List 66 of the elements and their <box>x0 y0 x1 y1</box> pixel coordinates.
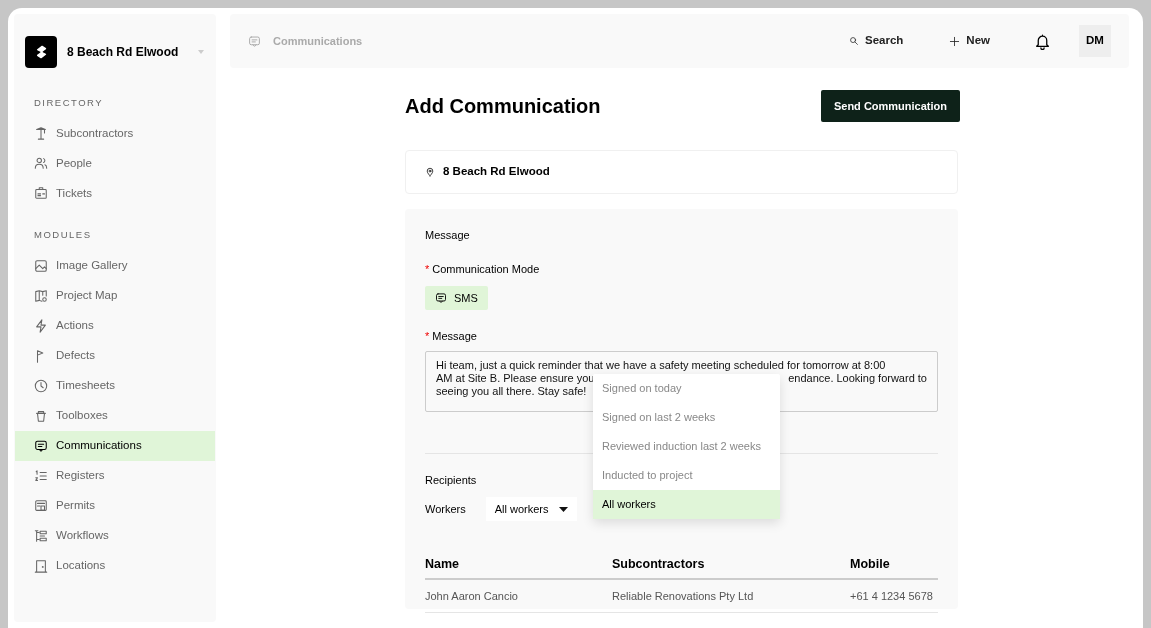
workers-dropdown[interactable]: All workers <box>485 497 577 521</box>
field-label: Message <box>432 329 477 344</box>
dropdown-option[interactable]: Signed on last 2 weeks <box>593 403 780 432</box>
cup-icon <box>34 408 48 423</box>
page-title: Add Communication <box>405 94 601 119</box>
search-button[interactable]: Search <box>849 32 904 50</box>
caret-icon <box>558 506 568 512</box>
notification-button[interactable] <box>1034 32 1051 50</box>
sidebar-item[interactable]: Actions <box>15 310 215 341</box>
section-title: Message <box>425 228 470 243</box>
required-mark: * <box>425 329 430 344</box>
table-cell: John Aaron Cancio <box>425 578 612 613</box>
dropdown-option[interactable]: All workers <box>593 490 780 519</box>
plus-icon <box>949 35 961 47</box>
sidebar-item[interactable]: Locations <box>15 550 215 581</box>
sidebar-item[interactable]: Subcontractors <box>15 118 215 149</box>
sidebar-item[interactable]: People <box>15 148 215 179</box>
id-card-icon <box>34 186 48 201</box>
new-button[interactable]: New <box>949 32 990 50</box>
location-pin-icon <box>425 167 435 177</box>
sidebar-item[interactable]: Image Gallery <box>15 250 215 281</box>
location-name: 8 Beach Rd Elwood <box>443 164 550 180</box>
send-communication-button[interactable]: Send Communication <box>820 90 960 122</box>
section-heading: DIRECTORY <box>33 96 105 110</box>
user-avatar[interactable]: DM <box>1079 25 1111 57</box>
sidebar-item[interactable]: Workflows <box>15 520 215 551</box>
sidebar-item[interactable]: Tickets <box>15 178 215 209</box>
workflow-icon <box>34 528 48 543</box>
lightning-icon <box>34 318 48 333</box>
clock-icon <box>34 378 48 393</box>
sidebar-item[interactable]: Permits <box>15 490 215 521</box>
table-cell: +61 4 1234 5678 <box>850 578 938 613</box>
breadcrumb: Communications <box>273 33 363 49</box>
chat-icon <box>34 438 48 453</box>
required-mark: * <box>425 261 430 277</box>
field-label: Communication Mode <box>432 261 540 277</box>
people-icon <box>34 156 48 171</box>
numbered-list-icon <box>34 468 48 483</box>
sidebar-item[interactable]: Project Map <box>15 280 215 311</box>
table-cell: Reliable Renovations Pty Ltd <box>612 578 850 613</box>
chat-icon <box>248 34 261 48</box>
project-name: 8 Beach Rd Elwood <box>67 44 179 61</box>
door-icon <box>34 558 48 573</box>
sidebar-item[interactable]: Timesheets <box>15 370 215 401</box>
sidebar-item[interactable]: Registers <box>15 460 215 491</box>
column-header: Subcontractors <box>612 555 850 579</box>
sms-chip[interactable]: SMS <box>425 286 488 310</box>
logo-icon <box>25 36 57 68</box>
crane-icon <box>34 126 48 141</box>
sidebar-item[interactable]: Defects <box>15 340 215 371</box>
sidebar-item[interactable]: Toolboxes <box>15 400 215 431</box>
chat-icon <box>435 292 447 304</box>
section-title: Recipients <box>425 472 477 488</box>
section-heading: MODULES <box>33 228 93 243</box>
document-icon <box>34 498 48 513</box>
bell-icon <box>1034 32 1051 50</box>
dropdown-option[interactable]: Signed on today <box>593 374 780 403</box>
dropdown-option[interactable]: Inducted to project <box>593 461 780 490</box>
column-header: Mobile <box>850 555 938 579</box>
column-header: Name <box>425 555 612 579</box>
field-label: Workers <box>425 501 466 517</box>
map-icon <box>34 288 48 303</box>
dropdown-option[interactable]: Reviewed induction last 2 weeks <box>593 432 780 461</box>
sidebar-item[interactable]: Communications <box>15 430 215 461</box>
search-icon <box>849 36 859 46</box>
image-icon <box>34 258 48 273</box>
